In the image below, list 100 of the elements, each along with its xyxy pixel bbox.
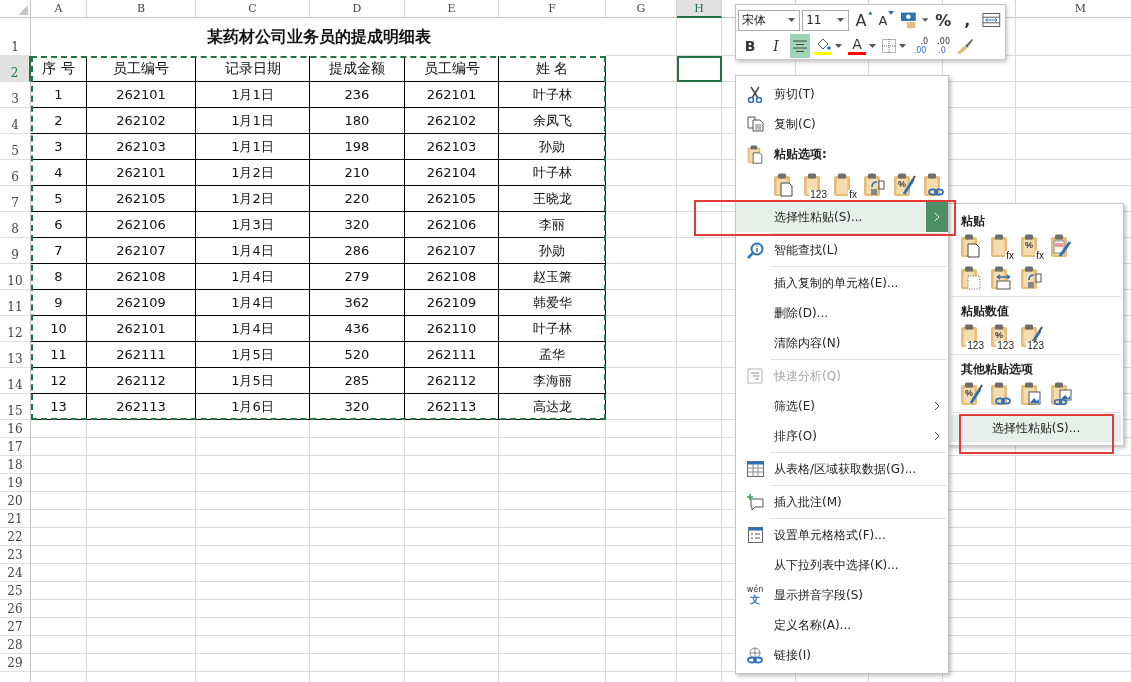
row-header[interactable]: 8 xyxy=(0,212,31,238)
menu-item[interactable]: 复制(C) xyxy=(736,109,948,139)
row-header[interactable]: 7 xyxy=(0,186,31,212)
table-cell: 262105 xyxy=(87,186,196,212)
row-header[interactable]: 26 xyxy=(0,600,31,618)
table-cell: 3 xyxy=(31,134,87,160)
font-name-dropdown[interactable]: 宋体 xyxy=(738,9,801,31)
paste-option-button[interactable]: % xyxy=(959,381,983,409)
table-cell: 1月1日 xyxy=(196,134,310,160)
table-cell: 韩爱华 xyxy=(499,290,606,316)
row-header[interactable]: 29 xyxy=(0,654,31,672)
column-header[interactable]: B xyxy=(87,0,196,18)
row-header[interactable]: 3 xyxy=(0,82,31,108)
menu-item[interactable]: 插入复制的单元格(E)... xyxy=(736,268,948,298)
menu-item[interactable]: 智能查找(L) xyxy=(736,235,948,265)
font-color-button[interactable]: A xyxy=(846,34,878,58)
table-cell: 285 xyxy=(310,368,405,394)
paste-option-button[interactable]: % fx xyxy=(1019,233,1043,261)
table-cell: 520 xyxy=(310,342,405,368)
font-size-dropdown[interactable]: 11 xyxy=(802,9,849,31)
row-header[interactable]: 25 xyxy=(0,582,31,600)
row-header[interactable]: 16 xyxy=(0,420,31,438)
column-header[interactable]: G xyxy=(606,0,677,18)
table-cell: 12 xyxy=(31,368,87,394)
menu-item[interactable]: wén 文 显示拼音字段(S) xyxy=(736,580,948,610)
row-header[interactable]: 22 xyxy=(0,528,31,546)
menu-item[interactable]: 从表格/区域获取数据(G)... xyxy=(736,454,948,484)
row-header[interactable]: 21 xyxy=(0,510,31,528)
row-header[interactable]: 15 xyxy=(0,394,31,420)
row-header[interactable]: 4 xyxy=(0,108,31,134)
table-cell: 1月2日 xyxy=(196,186,310,212)
table-cell: 262103 xyxy=(87,134,196,160)
menu-item[interactable]: 链接(I) xyxy=(736,640,948,670)
grow-font-button[interactable]: A xyxy=(853,8,875,32)
table-cell: 9 xyxy=(31,290,87,316)
menu-item[interactable]: 设置单元格格式(F)... xyxy=(736,520,948,550)
table-cell: 叶子林 xyxy=(499,160,606,186)
number-format-button[interactable]: % xyxy=(932,8,955,32)
row-header[interactable]: 18 xyxy=(0,456,31,474)
column-heading-cell: 记录日期 xyxy=(196,56,310,82)
table-cell: 1月6日 xyxy=(196,394,310,420)
menu-item[interactable]: 剪切(T) xyxy=(736,79,948,109)
paste-option-button[interactable]: % 123 xyxy=(989,323,1013,351)
column-header[interactable]: F xyxy=(499,0,606,18)
table-cell: 262111 xyxy=(405,342,499,368)
table-cell: 262113 xyxy=(87,394,196,420)
row-header[interactable]: 2 xyxy=(0,56,31,82)
row-header[interactable]: 6 xyxy=(0,160,31,186)
table-cell: 198 xyxy=(310,134,405,160)
row-header[interactable]: 20 xyxy=(0,492,31,510)
row-header[interactable]: 27 xyxy=(0,618,31,636)
menu-item[interactable]: 选择性粘贴(S)... xyxy=(736,202,948,232)
table-cell: 180 xyxy=(310,108,405,134)
number-format-button[interactable]: , xyxy=(956,8,979,32)
row-header[interactable]: 1 xyxy=(0,18,31,56)
menu-item[interactable]: 清除内容(N) xyxy=(736,328,948,358)
increase-decimal-button[interactable]: .0 .00 xyxy=(910,34,930,58)
menu-item[interactable]: 选择性粘贴(S)... xyxy=(951,415,1121,442)
menu-item[interactable]: 排序(O) xyxy=(736,421,948,451)
table-cell: 余凤飞 xyxy=(499,108,606,134)
paste-option-button[interactable]: 123 xyxy=(959,323,983,351)
table-cell: 262102 xyxy=(405,108,499,134)
table-cell: 320 xyxy=(310,394,405,420)
menu-item[interactable]: 插入批注(M) xyxy=(736,487,948,517)
row-header[interactable]: 17 xyxy=(0,438,31,456)
row-header[interactable]: 5 xyxy=(0,134,31,160)
decrease-decimal-button[interactable]: .00 .0 xyxy=(932,34,952,58)
bold-button[interactable]: B xyxy=(738,34,762,58)
paste-option-button[interactable]: % xyxy=(892,171,916,200)
row-header[interactable]: 23 xyxy=(0,546,31,564)
row-header[interactable]: 10 xyxy=(0,264,31,290)
row-header[interactable]: 19 xyxy=(0,474,31,492)
table-cell: 279 xyxy=(310,264,405,290)
row-header[interactable]: 24 xyxy=(0,564,31,582)
row-header[interactable]: 9 xyxy=(0,238,31,264)
shrink-font-button[interactable]: A xyxy=(876,8,897,32)
paste-option-button[interactable]: fx xyxy=(832,171,856,200)
paste-option-button[interactable]: 123 xyxy=(802,171,826,200)
column-header[interactable]: A xyxy=(31,0,87,18)
row-header[interactable]: 12 xyxy=(0,316,31,342)
row-header[interactable]: 13 xyxy=(0,342,31,368)
paste-option-button[interactable]: fx xyxy=(989,233,1013,261)
table-cell: 236 xyxy=(310,82,405,108)
table-cell: 210 xyxy=(310,160,405,186)
italic-button[interactable]: I xyxy=(764,34,788,58)
column-header[interactable]: D xyxy=(310,0,405,18)
menu-item[interactable]: 从下拉列表中选择(K)... xyxy=(736,550,948,580)
column-header[interactable]: C xyxy=(196,0,310,18)
table-cell: 262101 xyxy=(87,316,196,342)
row-header[interactable]: 14 xyxy=(0,368,31,394)
column-header[interactable]: H xyxy=(677,0,722,18)
table-cell: 10 xyxy=(31,316,87,342)
paste-option-button[interactable]: 123 xyxy=(1019,323,1043,351)
menu-item[interactable]: 定义名称(A)... xyxy=(736,610,948,640)
row-header[interactable]: 28 xyxy=(0,636,31,654)
row-header[interactable]: 11 xyxy=(0,290,31,316)
column-header[interactable]: E xyxy=(405,0,499,18)
menu-item[interactable]: 筛选(E) xyxy=(736,391,948,421)
menu-item[interactable]: 删除(D)... xyxy=(736,298,948,328)
table-cell: 1月3日 xyxy=(196,212,310,238)
